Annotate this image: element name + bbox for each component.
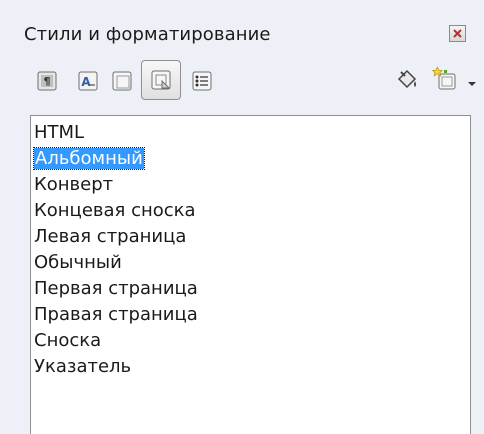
svg-text:¶: ¶ bbox=[44, 75, 51, 88]
close-icon bbox=[453, 29, 462, 38]
title-bar: Стили и форматирование bbox=[0, 0, 484, 50]
character-styles-button[interactable]: A bbox=[74, 67, 102, 95]
list-item[interactable]: Концевая сноска bbox=[34, 198, 196, 224]
page-styles-icon bbox=[151, 70, 171, 90]
list-item[interactable]: HTML bbox=[34, 120, 84, 146]
close-button[interactable] bbox=[449, 25, 466, 42]
list-item[interactable]: Левая страница bbox=[34, 224, 186, 250]
list-item-selected[interactable]: Альбомный bbox=[33, 146, 145, 172]
character-styles-icon: A bbox=[78, 71, 98, 91]
list-item[interactable]: Первая страница bbox=[34, 276, 198, 302]
list-styles-button[interactable] bbox=[188, 67, 216, 95]
paint-bucket-icon bbox=[397, 69, 417, 89]
list-item[interactable]: Конверт bbox=[34, 172, 113, 198]
paragraph-styles-icon: ¶ bbox=[37, 71, 57, 91]
frame-styles-icon bbox=[112, 71, 132, 91]
panel-title: Стили и форматирование bbox=[24, 24, 271, 45]
list-item[interactable]: Обычный bbox=[34, 250, 122, 276]
paragraph-styles-button[interactable]: ¶ bbox=[33, 67, 61, 95]
list-item[interactable]: Правая страница bbox=[34, 302, 198, 328]
new-style-icon bbox=[431, 66, 456, 90]
page-styles-button[interactable] bbox=[141, 60, 181, 100]
list-item[interactable]: Указатель bbox=[34, 354, 131, 380]
chevron-down-icon bbox=[468, 82, 476, 86]
list-item[interactable]: Сноска bbox=[34, 328, 101, 354]
list-styles-icon bbox=[192, 71, 212, 91]
new-style-from-selection-button[interactable] bbox=[431, 65, 461, 95]
fill-format-mode-button[interactable] bbox=[391, 65, 421, 95]
styles-list[interactable]: HTML Альбомный Конверт Концевая сноска Л… bbox=[30, 115, 471, 434]
svg-text:A: A bbox=[81, 75, 91, 89]
styles-and-formatting-panel: Стили и форматирование ¶ A HTML Альбомны… bbox=[0, 0, 484, 434]
frame-styles-button[interactable] bbox=[108, 67, 136, 95]
new-style-dropdown-button[interactable] bbox=[466, 75, 478, 87]
